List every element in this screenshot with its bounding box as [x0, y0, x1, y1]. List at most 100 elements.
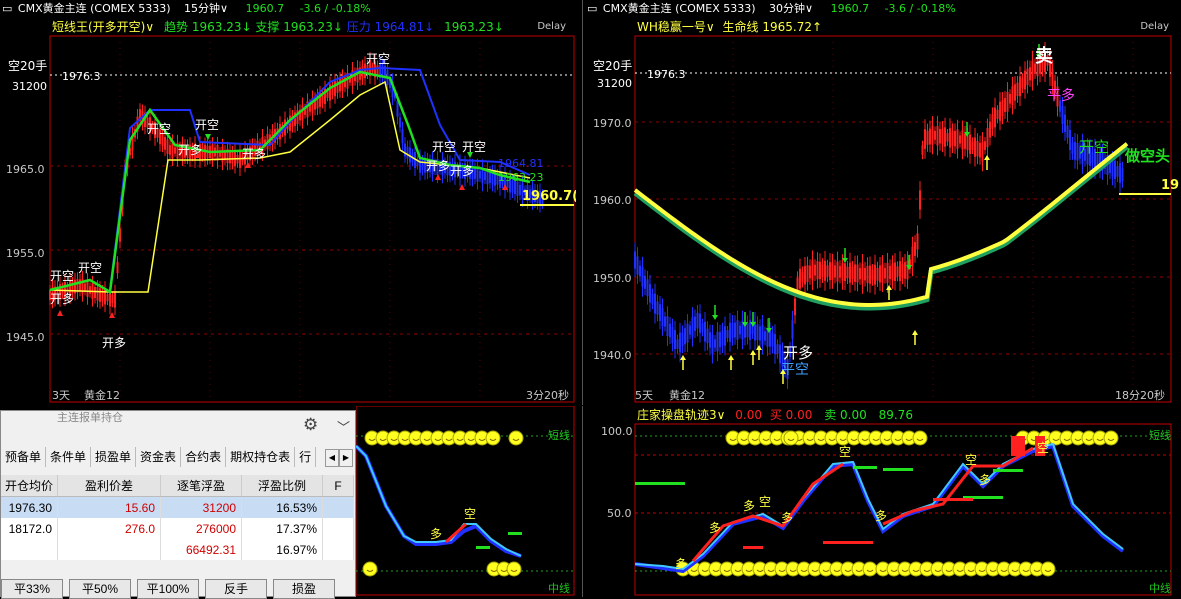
tab-stop[interactable]: 损盈单 [91, 447, 137, 467]
candle-body [689, 325, 691, 335]
sub-bar-red [933, 498, 973, 501]
up-arrow-icon [728, 355, 734, 360]
candle-body [989, 121, 991, 138]
candle-body [756, 324, 759, 341]
close-33-button[interactable]: 平33% [1, 579, 63, 599]
col-open-price[interactable]: 开仓均价 [1, 475, 58, 497]
down-arrow-icon [205, 134, 211, 140]
candle-body [991, 114, 994, 129]
col-profit-spread[interactable]: 盈利价差 [57, 475, 161, 497]
candle-body [811, 260, 814, 281]
close-50-button[interactable]: 平50% [69, 579, 131, 599]
candle-body [729, 322, 731, 342]
candle-body [649, 284, 651, 303]
table-row[interactable]: 66492.31 16.97% [1, 539, 354, 560]
right-chart-pane[interactable]: ▭ CMX黄金主连 (COMEX 5333) 30分钟∨ 1960.7 -3.6… [582, 0, 1181, 405]
col-more[interactable]: F [322, 475, 354, 497]
close-100-button[interactable]: 平100% [137, 579, 199, 599]
candle-body [656, 301, 659, 315]
tab-contracts[interactable]: 合约表 [181, 447, 227, 467]
up-arrow-icon [756, 345, 762, 350]
left-sub-pane[interactable]: 短线 中线 多 空 [356, 406, 576, 597]
candle-body [959, 135, 961, 144]
candle-body [1001, 100, 1004, 117]
right-price-chart[interactable]: 空20手 31200 1976.3 1970.0 1960.0 1950.0 1… [583, 0, 1181, 405]
candle-body [1051, 68, 1054, 86]
sub-bar-green [853, 466, 877, 469]
candle-body [821, 264, 824, 277]
candle-body [639, 265, 641, 277]
candle-body [1029, 67, 1031, 81]
candle-body [916, 233, 919, 250]
candle-body [709, 332, 711, 348]
candle-body [661, 307, 664, 327]
candle-body [911, 246, 914, 267]
smiley-icon [362, 561, 378, 577]
candle-body [1114, 160, 1116, 179]
up-arrow-icon [886, 285, 892, 290]
candle-body [794, 298, 796, 316]
reverse-button[interactable]: 反手 [205, 579, 267, 599]
candle-body [86, 280, 89, 297]
candle-body [764, 331, 766, 341]
table-row[interactable]: 1976.30 15.60 31200 16.53% [1, 496, 354, 518]
candle-body [889, 265, 891, 279]
candle-body [886, 262, 889, 283]
gear-icon[interactable]: ⚙ [303, 415, 318, 435]
candle-body [966, 135, 969, 151]
tab-scroll-left-icon[interactable]: ◀ [325, 449, 339, 467]
candle-body [854, 264, 856, 282]
sub-signal-label: 空 [839, 445, 851, 459]
collapse-icon[interactable]: ﹀ [337, 417, 350, 436]
cell-float-profit: 66492.31 [160, 539, 242, 560]
up-arrow-icon [680, 355, 686, 360]
candle-body [489, 171, 491, 184]
col-float-profit[interactable]: 逐笔浮盈 [160, 475, 242, 497]
left-price-chart[interactable]: 开空 开空开空 开空开空开空开空开多 开多开多 开多开多开多 空20手 31200 19… [0, 0, 576, 405]
candle-body [1071, 142, 1074, 155]
cell-open-price [1, 539, 58, 560]
candle-body [841, 263, 844, 281]
stop-profit-button[interactable]: 损盈 [273, 579, 335, 599]
candle-body [704, 321, 706, 342]
candle-body [666, 316, 669, 337]
col-float-ratio[interactable]: 浮盈比例 [241, 475, 323, 497]
left-ytick-1: 1955.0 [6, 247, 45, 260]
left-chart-pane[interactable]: ▭ CMX黄金主连 (COMEX 5333) 15分钟∨ 1960.7 -3.6… [0, 0, 576, 405]
tab-prepare[interactable]: 预备单 [1, 447, 47, 467]
candle-body [894, 262, 896, 282]
trade-panel-title[interactable]: 主连报单持仓 [57, 409, 123, 425]
candle-body [824, 260, 826, 281]
right-ytick-3: 1940.0 [593, 349, 632, 362]
candle-body [396, 100, 399, 117]
candle-body [686, 323, 689, 343]
tab-options[interactable]: 期权持仓表 [226, 447, 296, 467]
open-short-signal: 开空 [1079, 138, 1109, 156]
right-last-price-marker [1119, 193, 1171, 195]
candle-body [171, 142, 174, 159]
up-arrow-icon [435, 174, 441, 180]
left-sub-chart[interactable]: 短线 中线 多 空 [356, 406, 576, 597]
table-row[interactable]: 18172.0 276.0 276000 17.37% [1, 518, 354, 539]
left-hline-label: 1976.3 [62, 70, 101, 83]
right-sub-label-mid: 中线 [1149, 581, 1171, 595]
right-sub-chart[interactable]: 多多多多 多多空空空空 100.0 50.0 短线 中线 [583, 406, 1181, 597]
left-footer-sub: 黄金12 [84, 388, 120, 402]
trade-panel[interactable]: 主连报单持仓 ⚙ ﹀ 预备单 条件单 损盈单 资金表 合约表 期权持仓表 行 ◀… [0, 409, 356, 599]
candle-body [641, 266, 644, 287]
candle-body [94, 286, 96, 299]
tab-funds[interactable]: 资金表 [136, 447, 182, 467]
candle-body [964, 133, 966, 149]
tab-condition[interactable]: 条件单 [46, 447, 92, 467]
candle-body [1121, 168, 1124, 182]
tab-scroll-right-icon[interactable]: ▶ [339, 449, 353, 467]
candle-body [861, 263, 864, 284]
right-sub-pane[interactable]: 庄家操盘轨迹3∨ 0.00 买 0.00 卖 0.00 89.76 多多多多多多… [582, 406, 1181, 597]
candle-body [969, 134, 971, 154]
candle-body [819, 261, 821, 280]
candle-body [761, 324, 764, 345]
candle-body [341, 76, 344, 91]
candle-body [779, 344, 781, 364]
candle-body [926, 130, 929, 145]
tab-more[interactable]: 行 [295, 447, 317, 467]
